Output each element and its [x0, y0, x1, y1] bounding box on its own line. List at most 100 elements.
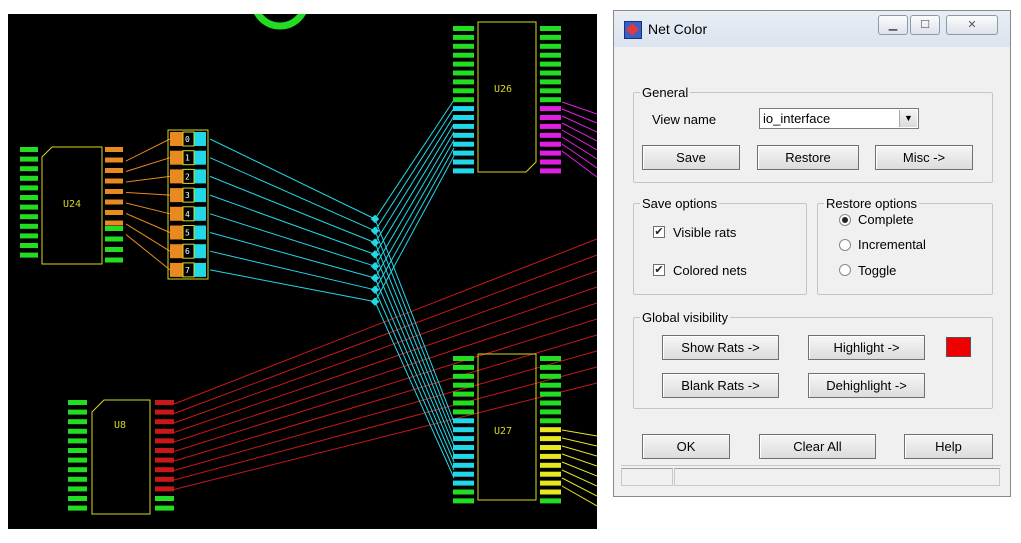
pad	[68, 467, 87, 473]
view-name-value: io_interface	[763, 111, 831, 126]
rat-line	[561, 101, 597, 115]
rat-line	[374, 301, 455, 479]
save-options-group: Save options	[633, 196, 807, 295]
highlight-button[interactable]: Highlight ->	[808, 335, 925, 360]
pad	[540, 489, 561, 495]
pad	[155, 448, 174, 453]
rat-line	[374, 115, 455, 243]
rat-line	[209, 194, 376, 255]
rat-line	[561, 477, 597, 497]
pad	[68, 409, 87, 415]
chevron-down-icon[interactable]: ▼	[899, 110, 917, 127]
save-button[interactable]: Save	[642, 145, 740, 170]
view-name-select[interactable]: io_interface ▼	[759, 108, 919, 129]
rat-line	[374, 139, 455, 279]
pad	[540, 409, 561, 415]
pad	[540, 391, 561, 397]
u24-label: U24	[63, 199, 81, 210]
colored-nets-checkbox[interactable]: ✔	[653, 264, 665, 276]
connector-pad	[194, 206, 206, 221]
pad	[68, 438, 87, 444]
pad	[20, 156, 38, 162]
pad	[453, 418, 474, 424]
connector-pad	[170, 244, 183, 259]
pad	[155, 457, 174, 463]
pad	[540, 453, 561, 459]
rat-node	[370, 261, 380, 271]
pad	[453, 364, 474, 370]
pad	[20, 147, 38, 152]
toggle-radio[interactable]	[839, 264, 851, 276]
rat-line	[374, 277, 455, 463]
dehighlight-button[interactable]: Dehighlight ->	[808, 373, 925, 398]
pad	[453, 34, 474, 40]
pad	[453, 168, 474, 174]
connector-pad	[170, 188, 183, 203]
rat-node	[370, 214, 380, 224]
pad	[540, 498, 561, 504]
general-legend: General	[642, 85, 689, 100]
pad	[453, 123, 474, 129]
complete-radio[interactable]	[839, 214, 851, 226]
pad	[453, 427, 474, 433]
ok-button[interactable]: OK	[642, 434, 730, 459]
pad	[105, 189, 123, 194]
status-cell-2	[674, 468, 1000, 486]
show-rats-button[interactable]: Show Rats ->	[662, 335, 779, 360]
connector-pin-number: 7	[185, 266, 190, 275]
pad	[540, 97, 561, 103]
pad	[453, 356, 474, 361]
incremental-radio[interactable]	[839, 239, 851, 251]
pcb-drawing[interactable]: U24 0 1 2 3 4 5 6 7 U26 U27 U8	[8, 14, 597, 529]
pad	[540, 88, 561, 94]
pad	[105, 147, 123, 152]
connector-pin-number: 4	[185, 210, 190, 219]
pad	[453, 52, 474, 58]
help-button[interactable]: Help	[904, 434, 993, 459]
pad	[453, 480, 474, 486]
restore-button[interactable]: Restore	[757, 145, 859, 170]
pad	[453, 70, 474, 76]
rat-node	[370, 285, 380, 295]
pad	[155, 400, 174, 405]
minimize-button[interactable]: ▁	[878, 15, 908, 35]
rat-line	[561, 469, 597, 487]
rat-line	[374, 289, 455, 471]
close-button[interactable]: ✕	[946, 15, 998, 35]
pad	[540, 159, 561, 165]
blank-rats-button[interactable]: Blank Rats ->	[662, 373, 779, 398]
rat-line	[125, 192, 171, 196]
pad	[453, 159, 474, 165]
misc-button[interactable]: Misc ->	[875, 145, 973, 170]
pad	[68, 486, 87, 492]
clear-all-button[interactable]: Clear All	[759, 434, 876, 459]
rat-line	[209, 157, 376, 232]
pad	[20, 195, 38, 200]
pad	[540, 400, 561, 406]
rat-line	[173, 318, 597, 452]
pad	[155, 467, 174, 473]
pad	[540, 79, 561, 85]
connector-pad	[194, 244, 206, 259]
net-color-dialog: Net Color ▁ ☐ ✕ General View name io_int…	[613, 10, 1011, 497]
pad	[453, 61, 474, 67]
rat-line	[125, 213, 171, 233]
pad	[105, 178, 123, 184]
pad	[20, 223, 38, 229]
connector-pad	[194, 169, 206, 184]
visible-rats-checkbox[interactable]: ✔	[653, 226, 665, 238]
dialog-title: Net Color	[648, 21, 708, 37]
rat-line	[561, 485, 597, 507]
pad	[20, 214, 38, 220]
title-bar[interactable]: Net Color ▁ ☐ ✕	[614, 11, 1010, 47]
pad	[540, 43, 561, 49]
pcb-canvas[interactable]: U24 0 1 2 3 4 5 6 7 U26 U27 U8	[8, 14, 597, 529]
rat-line	[125, 175, 171, 183]
app-icon	[624, 21, 642, 39]
maximize-button[interactable]: ☐	[910, 15, 940, 35]
highlight-color-swatch[interactable]	[946, 337, 971, 357]
pad	[540, 480, 561, 486]
rat-line	[561, 437, 597, 447]
status-cell-1	[621, 468, 673, 486]
pad	[20, 243, 38, 248]
